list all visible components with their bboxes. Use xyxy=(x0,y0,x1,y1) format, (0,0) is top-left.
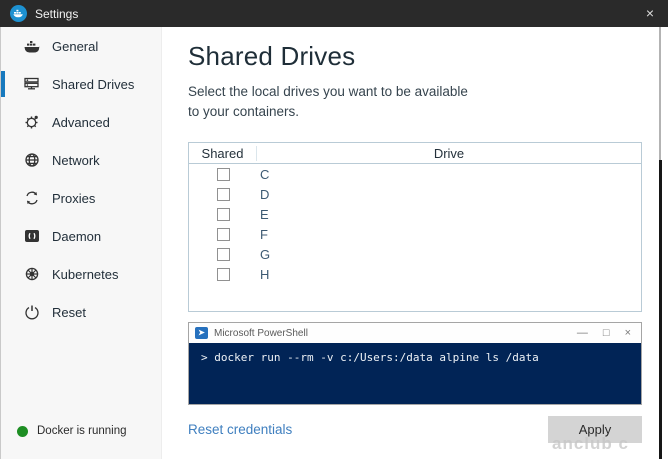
share-checkbox-f[interactable] xyxy=(216,227,230,241)
power-icon xyxy=(23,304,40,321)
powershell-title-bar: ➤ Microsoft PowerShell — □ × xyxy=(189,323,641,344)
powershell-console[interactable]: > docker run --rm -v c:/Users:/data alpi… xyxy=(189,343,641,405)
sidebar-item-label: Kubernetes xyxy=(52,266,119,282)
powershell-title: Microsoft PowerShell xyxy=(214,327,308,339)
sidebar-item-kubernetes[interactable]: Kubernetes xyxy=(1,255,161,293)
status-label: Docker is running xyxy=(37,425,127,437)
selection-indicator xyxy=(1,223,5,249)
window-close-icon[interactable]: × xyxy=(646,5,654,21)
terminal-icon xyxy=(23,228,40,245)
table-header: Shared Drive xyxy=(189,143,641,165)
table-row: E xyxy=(189,204,641,224)
selection-indicator xyxy=(1,71,5,97)
sidebar-item-advanced[interactable]: Advanced xyxy=(1,103,161,141)
sidebar-item-general[interactable]: General xyxy=(1,27,161,65)
sidebar-item-network[interactable]: Network xyxy=(1,141,161,179)
footer-bar: Reset credentials Apply xyxy=(188,415,642,443)
sidebar-item-label: Proxies xyxy=(52,190,96,206)
sidebar-item-shared-drives[interactable]: Shared Drives xyxy=(1,65,161,103)
column-header-shared: Shared xyxy=(189,145,257,161)
drive-letter: D xyxy=(260,186,270,202)
ship-wheel-icon xyxy=(23,266,40,283)
table-row: F xyxy=(189,224,641,244)
gear-icon xyxy=(23,114,40,131)
sidebar-item-label: Network xyxy=(52,152,100,168)
sidebar-item-reset[interactable]: Reset xyxy=(1,293,161,331)
drive-letter: G xyxy=(260,246,271,262)
sidebar-item-label: General xyxy=(52,38,99,54)
window-title: Settings xyxy=(35,6,79,21)
share-checkbox-c[interactable] xyxy=(216,167,230,181)
selection-indicator xyxy=(1,261,5,287)
reset-credentials-link[interactable]: Reset credentials xyxy=(188,422,292,437)
drive-letter: E xyxy=(260,206,269,222)
share-checkbox-e[interactable] xyxy=(216,207,230,221)
whale-icon xyxy=(23,38,40,55)
sidebar-item-proxies[interactable]: Proxies xyxy=(1,179,161,217)
powershell-command: > docker run --rm -v c:/Users:/data alpi… xyxy=(201,351,539,365)
drives-icon xyxy=(23,76,40,93)
drive-letter: F xyxy=(260,226,268,242)
close-icon[interactable]: × xyxy=(625,327,631,339)
share-checkbox-d[interactable] xyxy=(216,187,230,201)
apply-button[interactable]: Apply xyxy=(548,415,642,443)
sidebar: General Shared Drives Advanced Network P… xyxy=(1,27,162,459)
table-row: G xyxy=(189,244,641,264)
docker-whale-icon xyxy=(10,5,27,22)
status-dot-green xyxy=(17,425,28,437)
title-bar: Settings × xyxy=(0,0,668,27)
sidebar-item-label: Reset xyxy=(52,304,86,320)
sidebar-item-label: Advanced xyxy=(52,114,110,130)
share-checkbox-h[interactable] xyxy=(216,267,230,281)
maximize-icon[interactable]: □ xyxy=(603,327,610,339)
drive-letter: C xyxy=(260,166,270,182)
shared-drives-table: Shared Drive C D E F G H xyxy=(188,142,642,313)
table-row: D xyxy=(189,184,641,204)
table-row: H xyxy=(189,264,641,284)
page-description: Select the local drives you want to be a… xyxy=(188,84,468,119)
sidebar-item-label: Daemon xyxy=(52,228,102,244)
selection-indicator xyxy=(1,147,5,173)
background-edge-gray xyxy=(659,27,661,160)
selection-indicator xyxy=(1,185,5,211)
share-checkbox-g[interactable] xyxy=(216,247,230,261)
sync-icon xyxy=(23,190,40,207)
selection-indicator xyxy=(1,33,5,59)
page-title: Shared Drives xyxy=(188,41,356,71)
powershell-window: ➤ Microsoft PowerShell — □ × > docker ru… xyxy=(188,322,642,406)
selection-indicator xyxy=(1,299,5,325)
sidebar-item-daemon[interactable]: Daemon xyxy=(1,217,161,255)
drive-letter: H xyxy=(260,266,270,282)
globe-icon xyxy=(23,152,40,169)
selection-indicator xyxy=(1,109,5,135)
minimize-icon[interactable]: — xyxy=(577,327,588,339)
docker-status: Docker is running xyxy=(17,425,126,437)
column-header-drive: Drive xyxy=(433,145,465,161)
table-row: C xyxy=(189,164,641,184)
powershell-icon: ➤ xyxy=(195,327,208,340)
main-content: Shared Drives Select the local drives yo… xyxy=(162,27,656,459)
settings-window: Settings × General Shared Drives Advance… xyxy=(0,0,668,459)
background-edge-black xyxy=(659,160,662,459)
sidebar-item-label: Shared Drives xyxy=(52,76,135,92)
